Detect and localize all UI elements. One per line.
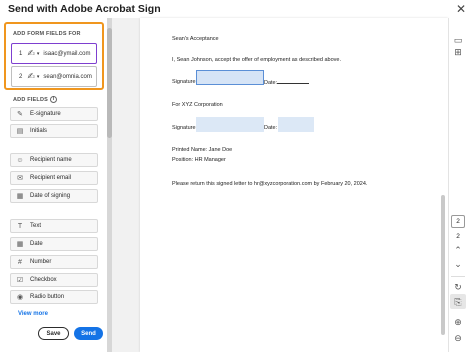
zoom-in-icon[interactable]: ⊕ — [451, 316, 465, 328]
signer-number: 2 — [19, 73, 23, 80]
email-icon: ✉ — [17, 175, 23, 182]
calendar-icon: ▦ — [16, 193, 24, 200]
organize-pages-icon[interactable]: ⊞ — [451, 46, 465, 58]
signature-pen-icon: ✍ — [27, 71, 35, 81]
chevron-down-icon[interactable]: ▾ — [37, 51, 40, 57]
zoom-out-icon[interactable]: ⊖ — [451, 332, 465, 344]
initials-icon: ▤ — [16, 128, 24, 135]
doc-heading: Sean's Acceptance — [172, 36, 219, 42]
field-date-of-signing[interactable]: ▦ Date of signing — [10, 189, 98, 203]
doc-date-label-2: Date: — [264, 125, 278, 131]
field-text[interactable]: T Text — [10, 219, 98, 233]
doc-for-company: For XYZ Corporation — [172, 102, 223, 108]
date-icon: ▦ — [16, 241, 24, 248]
doc-printed-name: Printed Name: Jane Doe — [172, 147, 233, 153]
signer-row-1[interactable]: 1 ✍ ▾ isaac@ymail.com — [11, 43, 97, 64]
chevron-down-icon[interactable]: ▾ — [37, 74, 40, 80]
text-icon: T — [17, 222, 23, 230]
date-field-signer-2[interactable] — [278, 117, 314, 132]
send-button[interactable]: Send — [74, 327, 103, 340]
doc-signature-label-2: Signature: — [172, 125, 198, 131]
add-fields-label: ADD FIELDS i — [13, 96, 57, 103]
signature-field-signer-2[interactable] — [196, 117, 264, 132]
doc-acceptance-line: I, Sean Johnson, accept the offer of emp… — [172, 57, 341, 63]
field-radio-button[interactable]: ◉ Radio button — [10, 290, 98, 304]
rail-divider — [451, 276, 465, 277]
doc-date-label-1: Date: — [264, 79, 310, 86]
view-more-link[interactable]: View more — [18, 311, 48, 317]
comment-icon[interactable]: ▭ — [451, 34, 465, 46]
chevron-down-icon[interactable]: ⌄ — [451, 258, 465, 270]
field-recipient-email[interactable]: ✉ Recipient email — [10, 171, 98, 185]
field-date[interactable]: ▦ Date — [10, 237, 98, 251]
save-button[interactable]: Save — [38, 327, 69, 340]
field-recipient-name[interactable]: ☺ Recipient name — [10, 153, 98, 167]
total-pages: 2 — [456, 233, 460, 240]
field-checkbox[interactable]: ☑ Checkbox — [10, 273, 98, 287]
page-edit-icon[interactable]: ⎘ — [451, 296, 465, 308]
radio-icon: ◉ — [16, 294, 24, 301]
current-page-box[interactable]: 2 — [451, 215, 465, 228]
doc-return-note: Please return this signed letter to hr@x… — [172, 181, 368, 187]
doc-position: Position: HR Manager — [172, 157, 226, 163]
document-scrollbar[interactable] — [441, 195, 445, 335]
add-form-fields-label: ADD FORM FIELDS FOR — [13, 31, 81, 37]
refresh-icon[interactable]: ↻ — [451, 281, 465, 293]
window-title: Send with Adobe Acrobat Sign — [8, 3, 161, 15]
signer-row-2[interactable]: 2 ✍ ▾ sean@omnia.com — [11, 66, 97, 87]
signature-field-signer-1[interactable] — [196, 70, 264, 85]
field-initials[interactable]: ▤ Initials — [10, 124, 98, 138]
signer-email: sean@omnia.com — [43, 73, 92, 80]
signer-number: 1 — [19, 50, 23, 57]
field-number[interactable]: # Number — [10, 255, 98, 269]
info-icon[interactable]: i — [50, 96, 57, 103]
close-icon[interactable]: ✕ — [456, 2, 466, 16]
chevron-up-icon[interactable]: ⌃ — [451, 244, 465, 256]
date-underline — [277, 79, 310, 84]
signer-email: isaac@ymail.com — [43, 50, 91, 57]
person-icon: ☺ — [16, 156, 24, 164]
pen-icon: ✎ — [17, 111, 23, 118]
checkbox-icon: ☑ — [16, 277, 24, 284]
doc-signature-label-1: Signature: — [172, 79, 198, 85]
signature-pen-icon: ✍ — [27, 48, 35, 58]
field-e-signature[interactable]: ✎ E-signature — [10, 107, 98, 121]
number-icon: # — [18, 258, 22, 266]
